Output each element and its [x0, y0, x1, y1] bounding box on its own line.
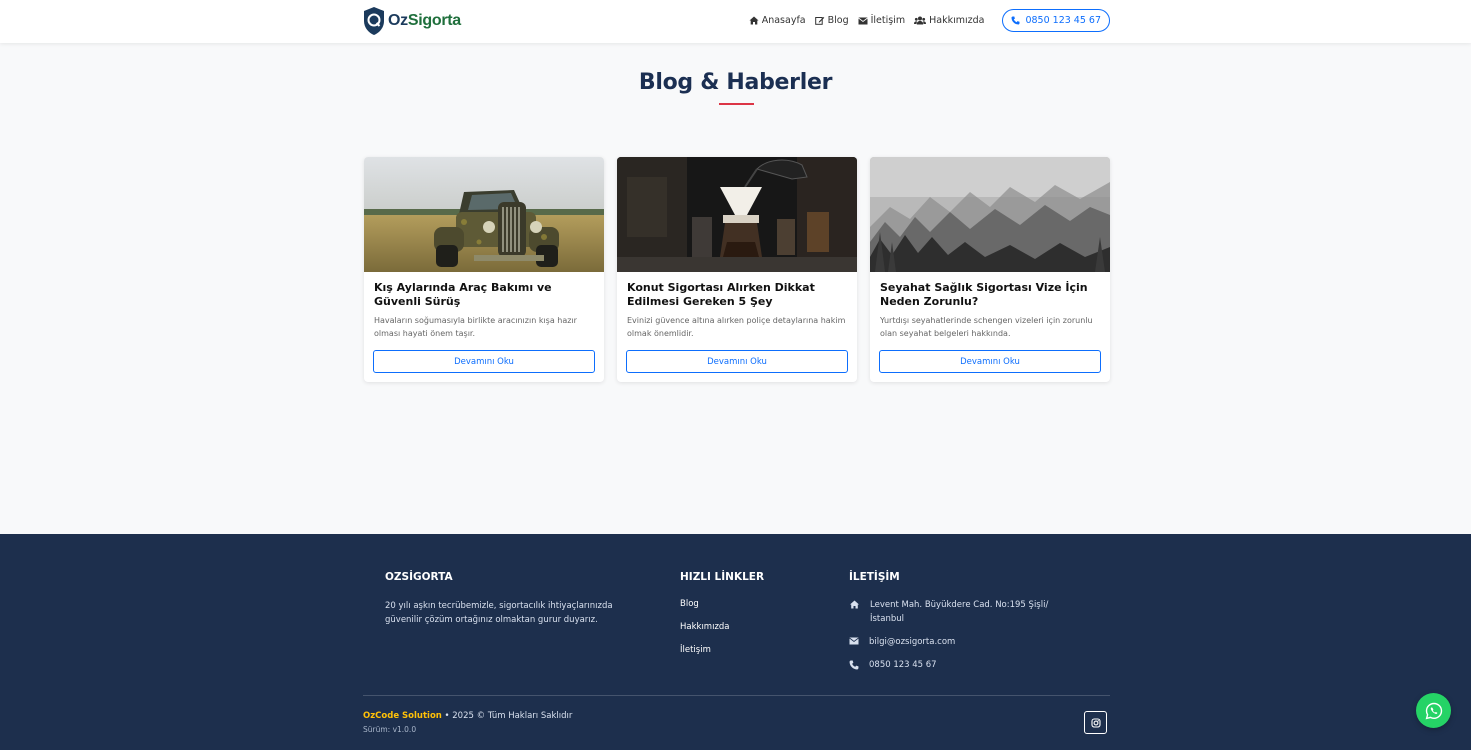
phone-text: 0850 123 45 67 — [869, 660, 937, 670]
footer-divider — [363, 695, 1110, 696]
version-text: Sürüm: v1.0.0 — [363, 725, 417, 734]
footer: OZSİGORTA 20 yılı aşkın tecrübemizle, si… — [0, 534, 1471, 750]
copyright: OzCode Solution • 2025 © Tüm Hakları Sak… — [363, 711, 572, 721]
instagram-button[interactable] — [1084, 711, 1107, 734]
footer-address: Levent Mah. Büyükdere Cad. No:195 Şişli/… — [849, 598, 1064, 626]
phone-button[interactable]: 0850 123 45 67 — [1002, 9, 1110, 32]
footer-link-blog[interactable]: Blog — [680, 599, 699, 609]
footer-about-heading: OZSİGORTA — [385, 571, 453, 583]
envelope-icon — [849, 637, 859, 645]
phone-icon — [1011, 16, 1020, 25]
envelope-icon — [857, 17, 868, 24]
nav-item-blog[interactable]: Blog — [814, 10, 849, 32]
nav-item-label: Blog — [827, 15, 849, 26]
whatsapp-icon — [1425, 702, 1442, 719]
card-title[interactable]: Seyahat Sağlık Sigortası Vize İçin Neden… — [880, 281, 1102, 309]
title-underline — [719, 103, 754, 105]
blog-card: Seyahat Sağlık Sigortası Vize İçin Neden… — [870, 157, 1110, 382]
footer-link-iletisim[interactable]: İletişim — [680, 645, 711, 655]
blog-card: Kış Aylarında Araç Bakımı ve Güvenli Sür… — [364, 157, 604, 382]
footer-links-heading: HIZLI LİNKLER — [680, 571, 765, 583]
page-title: Blog & Haberler — [638, 70, 833, 95]
whatsapp-button[interactable] — [1416, 693, 1451, 728]
vintage-truck-photo[interactable] — [364, 157, 604, 272]
navbar: OzSigorta Anasayfa Blog İletişim Hakkımı… — [0, 0, 1471, 43]
foggy-forest-photo[interactable] — [870, 157, 1110, 272]
nav-item-label: İletişim — [870, 15, 906, 26]
read-more-button[interactable]: Devamını Oku — [373, 350, 595, 373]
read-more-button[interactable]: Devamını Oku — [626, 350, 848, 373]
copyright-brand[interactable]: OzCode Solution — [363, 711, 442, 721]
instagram-icon — [1090, 717, 1101, 728]
footer-phone[interactable]: 0850 123 45 67 — [849, 658, 937, 672]
email-text: bilgi@ozsigorta.com — [869, 637, 956, 647]
brand-name: OzSigorta — [388, 12, 461, 29]
brand-logo[interactable]: OzSigorta — [363, 6, 461, 36]
copyright-text: • 2025 © Tüm Hakları Saklıdır — [441, 711, 573, 721]
card-excerpt: Yurtdışı seyahatlerinde schengen vizeler… — [880, 316, 1093, 338]
card-title[interactable]: Kış Aylarında Araç Bakımı ve Güvenli Sür… — [374, 281, 596, 309]
footer-email[interactable]: bilgi@ozsigorta.com — [849, 635, 955, 649]
users-icon — [914, 16, 927, 25]
shield-logo-icon — [364, 7, 384, 35]
footer-contact-heading: İLETİŞİM — [849, 571, 900, 583]
coffee-pourover-photo[interactable] — [617, 157, 857, 272]
nav-menu: Anasayfa Blog İletişim Hakkımızda 0850 1… — [740, 9, 1110, 32]
card-excerpt: Evinizi güvence altına alırken poliçe de… — [627, 316, 846, 338]
footer-link-hakkimizda[interactable]: Hakkımızda — [680, 622, 730, 632]
home-icon — [850, 600, 859, 609]
footer-about-text: 20 yılı aşkın tecrübemizle, sigortacılık… — [385, 601, 613, 625]
address-text: Levent Mah. Büyükdere Cad. No:195 Şişli/… — [870, 600, 1049, 624]
nav-item-label: Hakkımızda — [929, 15, 985, 26]
phone-number: 0850 123 45 67 — [1025, 15, 1101, 26]
edit-icon — [814, 17, 824, 25]
blog-card: Konut Sigortası Alırken Dikkat Edilmesi … — [617, 157, 857, 382]
phone-icon — [849, 660, 859, 670]
read-more-button[interactable]: Devamını Oku — [879, 350, 1101, 373]
nav-item-iletisim[interactable]: İletişim — [857, 10, 906, 32]
nav-item-anasayfa[interactable]: Anasayfa — [749, 10, 806, 32]
nav-item-hakkimizda[interactable]: Hakkımızda — [914, 10, 984, 32]
card-title[interactable]: Konut Sigortası Alırken Dikkat Edilmesi … — [627, 281, 849, 309]
card-excerpt: Havaların soğumasıyla birlikte aracınızı… — [374, 316, 577, 338]
home-icon — [749, 16, 759, 25]
nav-item-label: Anasayfa — [761, 15, 806, 26]
